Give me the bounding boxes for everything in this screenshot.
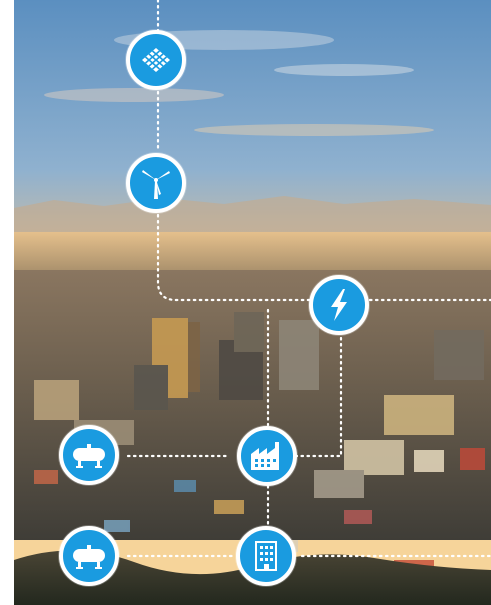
lightning-icon: [319, 285, 359, 325]
factory-icon: [247, 436, 287, 476]
energy-node: [309, 275, 369, 335]
solar-node: [126, 30, 186, 90]
wind-node: [126, 153, 186, 213]
gas-tank-icon: [69, 435, 109, 475]
gas-tank-node: [59, 425, 119, 485]
infographic-scene: [0, 0, 491, 605]
building-icon: [246, 536, 286, 576]
solar-panel-icon: [136, 40, 176, 80]
city-photo: [14, 0, 491, 605]
wind-turbine-icon: [136, 163, 176, 203]
gas-tank-icon: [69, 536, 109, 576]
factory-node: [237, 426, 297, 486]
building-node: [236, 526, 296, 586]
gas-tank-node-2: [59, 526, 119, 586]
